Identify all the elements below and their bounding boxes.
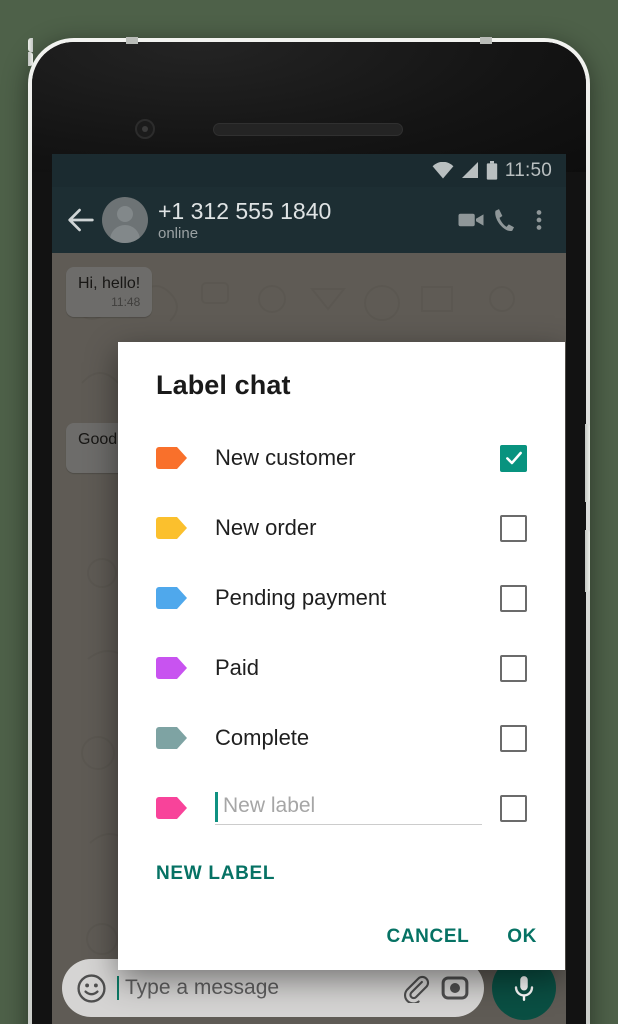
checkmark-icon — [505, 451, 522, 465]
chat-app-bar: +1 312 555 1840 online — [52, 187, 566, 253]
label-name: Complete — [215, 725, 310, 750]
label-name: New order — [215, 515, 317, 540]
back-arrow-icon[interactable] — [64, 203, 98, 237]
label-chat-dialog: Label chat New customer New order Pendin… — [118, 342, 565, 970]
new-label-button[interactable]: NEW LABEL — [118, 843, 565, 885]
status-bar-time: 11:50 — [504, 159, 552, 181]
label-name: New customer — [215, 445, 356, 470]
text-caret — [117, 976, 119, 1000]
new-label-input-row[interactable] — [118, 773, 565, 843]
text-caret — [215, 791, 218, 822]
phone-screen: 11:50 +1 312 555 1840 online Type a mess… — [52, 154, 566, 1024]
earpiece-speaker — [213, 123, 403, 136]
dialog-action-buttons: CANCEL OK — [387, 926, 537, 948]
label-tag-icon — [156, 797, 187, 819]
ok-button[interactable]: OK — [507, 926, 537, 948]
frame-antenna-line — [28, 52, 33, 66]
label-row-new-order[interactable]: New order — [118, 493, 565, 563]
contact-info[interactable]: +1 312 555 1840 online — [158, 198, 452, 243]
label-name: Paid — [215, 655, 260, 680]
emoji-smiley-icon[interactable] — [76, 973, 107, 1004]
new-label-input[interactable] — [215, 791, 482, 825]
phone-frame: 11:50 +1 312 555 1840 online Type a mess… — [28, 37, 590, 1024]
dialog-title: Label chat — [156, 370, 291, 400]
wifi-icon — [432, 162, 454, 179]
label-row-pending-payment[interactable]: Pending payment — [118, 563, 565, 633]
volume-button[interactable] — [585, 424, 590, 502]
video-call-icon[interactable] — [456, 205, 486, 235]
label-name: Pending payment — [215, 585, 387, 610]
label-tag-icon — [156, 657, 187, 679]
label-row-new-customer[interactable]: New customer — [118, 423, 565, 493]
status-bar: 11:50 — [52, 154, 566, 187]
label-row-paid[interactable]: Paid — [118, 633, 565, 703]
new-label-checkbox[interactable] — [500, 794, 527, 822]
frame-antenna-line — [480, 37, 492, 44]
contact-name: +1 312 555 1840 — [158, 197, 332, 224]
frame-antenna-line — [126, 37, 138, 44]
label-tag-icon — [156, 517, 187, 539]
label-row-complete[interactable]: Complete — [118, 703, 565, 773]
front-camera-icon — [135, 119, 155, 139]
phone-body: 11:50 +1 312 555 1840 online Type a mess… — [32, 42, 590, 1024]
cellular-signal-icon — [461, 162, 478, 178]
label-checkbox[interactable] — [500, 444, 527, 472]
new-label-field-wrapper — [215, 791, 482, 825]
label-checkbox[interactable] — [500, 584, 527, 612]
message-input-placeholder[interactable]: Type a message — [117, 976, 390, 1000]
label-checkbox[interactable] — [500, 724, 527, 752]
avatar-head — [117, 206, 133, 222]
avatar-body — [110, 225, 140, 243]
power-button[interactable] — [585, 530, 590, 592]
label-checkbox[interactable] — [500, 514, 527, 542]
paperclip-icon[interactable] — [400, 973, 430, 1003]
overflow-menu-icon[interactable] — [528, 205, 550, 235]
contact-status: online — [158, 224, 199, 242]
label-tag-icon — [156, 727, 187, 749]
label-tag-icon — [156, 447, 187, 469]
microphone-icon — [514, 976, 534, 1001]
cancel-button[interactable]: CANCEL — [387, 926, 470, 948]
contact-avatar[interactable] — [102, 197, 148, 243]
label-tag-icon — [156, 587, 187, 609]
phone-top-bezel — [32, 42, 586, 172]
label-checkbox[interactable] — [500, 654, 527, 682]
camera-icon[interactable] — [440, 973, 470, 1003]
phone-call-icon[interactable] — [490, 205, 520, 235]
frame-antenna-line — [28, 38, 33, 52]
battery-icon — [486, 161, 498, 180]
